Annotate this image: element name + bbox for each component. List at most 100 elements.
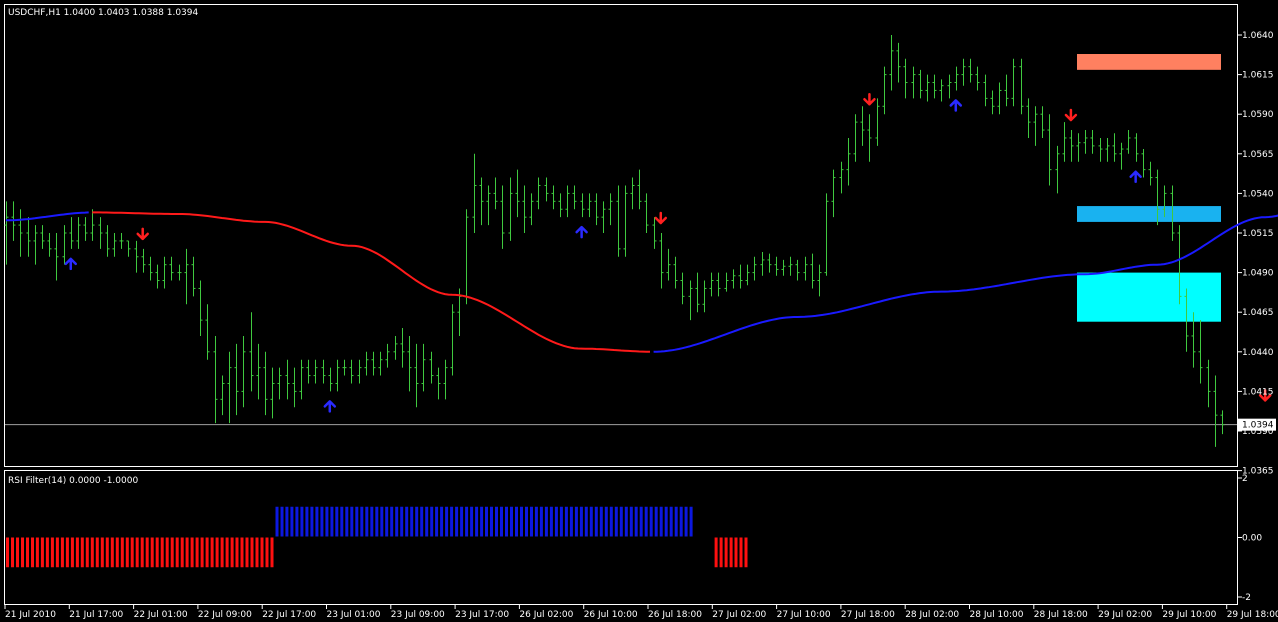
ohlc-bar bbox=[277, 367, 282, 400]
time-tick-label: 23 Jul 17:00 bbox=[455, 610, 509, 620]
hist-bar-negative bbox=[65, 537, 69, 568]
hist-bar-positive bbox=[455, 506, 459, 537]
sell-arrow-icon bbox=[654, 211, 668, 225]
ohlc-bar bbox=[745, 264, 750, 286]
time-tick-label: 27 Jul 02:00 bbox=[712, 610, 766, 620]
ohlc-bar bbox=[1033, 106, 1038, 146]
ohlc-bar bbox=[1026, 98, 1031, 138]
hist-bar-positive bbox=[330, 506, 334, 537]
ohlc-bar bbox=[803, 256, 808, 281]
level-zone-1 bbox=[1077, 54, 1221, 70]
hist-bar-positive bbox=[350, 506, 354, 537]
ohlc-bar bbox=[105, 225, 110, 257]
sell-arrow-icon bbox=[1064, 108, 1078, 122]
buy-arrow-icon bbox=[323, 400, 337, 413]
buy-arrow-icon bbox=[64, 257, 78, 271]
ohlc-bar bbox=[1220, 410, 1225, 435]
ohlc-bar bbox=[313, 359, 318, 384]
price-tick-label: 1.0590 bbox=[1242, 110, 1274, 120]
hist-bar-positive bbox=[365, 506, 369, 537]
hist-bar-positive bbox=[385, 506, 389, 537]
hist-bar-negative bbox=[130, 537, 134, 568]
hist-bar-positive bbox=[644, 506, 648, 537]
ohlc-bar bbox=[148, 256, 153, 281]
hist-bar-negative bbox=[255, 537, 259, 568]
hist-bar-negative bbox=[80, 537, 84, 568]
hist-bar-positive bbox=[435, 506, 439, 537]
ohlc-bar bbox=[767, 253, 772, 273]
ohlc-bar bbox=[385, 343, 390, 368]
hist-bar-positive bbox=[445, 506, 449, 537]
hist-bar-positive bbox=[390, 506, 394, 537]
hist-bar-positive bbox=[520, 506, 523, 537]
ohlc-bar bbox=[1112, 133, 1117, 162]
hist-bar-positive bbox=[460, 506, 464, 537]
hist-bar-positive bbox=[574, 506, 578, 537]
time-tick-label: 21 Jul 17:00 bbox=[69, 610, 123, 620]
time-tick-label: 26 Jul 18:00 bbox=[648, 610, 702, 620]
hist-bar-positive bbox=[485, 506, 488, 537]
hist-bar-negative bbox=[240, 537, 244, 568]
ohlc-bar bbox=[54, 233, 59, 281]
ohlc-bar bbox=[220, 375, 225, 416]
indicator-tick-label: -2 bbox=[1242, 593, 1251, 603]
ohlc-bar bbox=[357, 359, 362, 384]
ohlc-bar bbox=[997, 82, 1002, 115]
ohlc-bar bbox=[155, 264, 160, 289]
buy-arrow-icon bbox=[575, 225, 588, 239]
hist-bar-negative bbox=[120, 537, 124, 568]
hist-bar-positive bbox=[559, 506, 563, 537]
hist-bar-negative bbox=[135, 537, 139, 568]
hist-bar-positive bbox=[405, 506, 409, 537]
arrow-shape bbox=[1129, 170, 1142, 183]
ohlc-bar bbox=[911, 66, 916, 99]
hist-bar-positive bbox=[530, 506, 533, 537]
hist-bar-positive bbox=[549, 506, 553, 537]
price-tick-label: 1.0615 bbox=[1242, 71, 1274, 81]
time-tick-label: 22 Jul 09:00 bbox=[198, 610, 252, 620]
hist-bar-negative bbox=[744, 537, 748, 568]
ohlc-bar bbox=[299, 359, 304, 400]
hist-bar-positive bbox=[629, 506, 633, 537]
time-tick-label: 26 Jul 02:00 bbox=[519, 610, 573, 620]
hist-bar-negative bbox=[734, 537, 738, 568]
hist-bar-positive bbox=[599, 506, 603, 537]
ohlc-bar bbox=[450, 304, 455, 376]
hist-bar-positive bbox=[505, 506, 508, 537]
ohlc-bar bbox=[263, 351, 268, 416]
hist-bar-negative bbox=[45, 537, 49, 568]
hist-bar-negative bbox=[11, 537, 14, 568]
ohlc-bar bbox=[846, 137, 851, 186]
ohlc-bar bbox=[62, 225, 67, 265]
hist-bar-negative bbox=[31, 537, 34, 568]
hist-bar-positive bbox=[664, 506, 668, 537]
level-zone-2 bbox=[1077, 206, 1221, 222]
time-tick-label: 28 Jul 18:00 bbox=[1034, 610, 1088, 620]
hist-bar-negative bbox=[35, 537, 39, 568]
hist-bar-positive bbox=[689, 506, 693, 537]
ohlc-bar bbox=[33, 225, 38, 265]
ohlc-bar bbox=[616, 185, 621, 257]
hist-bar-negative bbox=[210, 537, 214, 568]
time-tick-label: 28 Jul 10:00 bbox=[970, 610, 1024, 620]
ohlc-bar bbox=[479, 177, 484, 226]
hist-bar-positive bbox=[669, 506, 673, 537]
hist-bar-negative bbox=[95, 537, 99, 568]
level-zone-3 bbox=[1077, 272, 1221, 322]
hist-bar-positive bbox=[285, 506, 289, 537]
ohlc-bar bbox=[551, 185, 556, 210]
time-tick-label: 22 Jul 17:00 bbox=[262, 610, 316, 620]
ohlc-bar bbox=[378, 351, 383, 376]
price-tick-label: 1.0540 bbox=[1242, 189, 1274, 199]
ohlc-bar bbox=[882, 66, 887, 115]
arrow-shape bbox=[64, 257, 78, 271]
hist-bar-negative bbox=[21, 537, 24, 568]
hist-bar-positive bbox=[345, 506, 349, 537]
ohlc-bar bbox=[205, 304, 210, 360]
ohlc-bar bbox=[925, 74, 930, 102]
hist-bar-negative bbox=[265, 537, 269, 568]
ohlc-bar bbox=[1090, 130, 1095, 154]
ohlc-bar bbox=[169, 256, 174, 281]
hist-bar-negative bbox=[16, 537, 19, 568]
ohlc-bar bbox=[1040, 106, 1045, 138]
